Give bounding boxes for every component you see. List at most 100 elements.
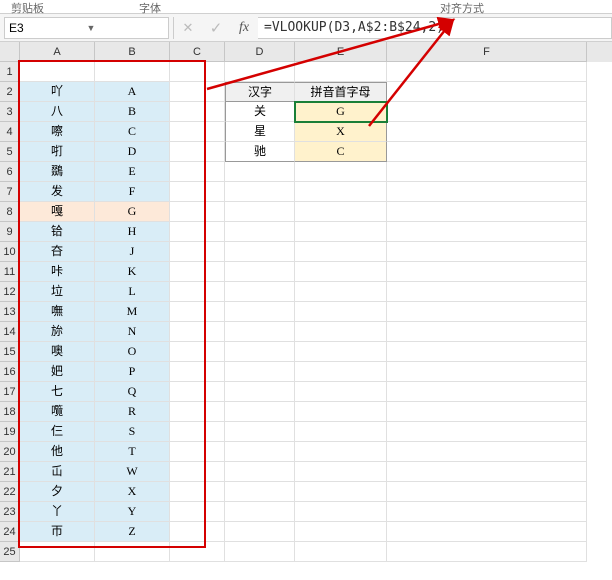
cell-C1[interactable]: [170, 62, 225, 82]
cell-D18[interactable]: [225, 402, 295, 422]
cell-F25[interactable]: [387, 542, 587, 562]
cell-C25[interactable]: [170, 542, 225, 562]
row-header-15[interactable]: 15: [0, 342, 20, 362]
cell-B21[interactable]: W: [95, 462, 170, 482]
row-header-20[interactable]: 20: [0, 442, 20, 462]
cancel-button[interactable]: ✕: [174, 17, 202, 39]
row-header-3[interactable]: 3: [0, 102, 20, 122]
cell-B7[interactable]: F: [95, 182, 170, 202]
cell-F22[interactable]: [387, 482, 587, 502]
cell-F9[interactable]: [387, 222, 587, 242]
cell-D13[interactable]: [225, 302, 295, 322]
cell-D8[interactable]: [225, 202, 295, 222]
cell-B4[interactable]: C: [95, 122, 170, 142]
cell-F4[interactable]: [387, 122, 587, 142]
cell-E22[interactable]: [295, 482, 387, 502]
cell-E14[interactable]: [295, 322, 387, 342]
cell-B8[interactable]: G: [95, 202, 170, 222]
cell-E8[interactable]: [295, 202, 387, 222]
cell-F3[interactable]: [387, 102, 587, 122]
cell-B12[interactable]: L: [95, 282, 170, 302]
cell-C10[interactable]: [170, 242, 225, 262]
cell-D11[interactable]: [225, 262, 295, 282]
column-header-F[interactable]: F: [387, 42, 587, 62]
cell-F2[interactable]: [387, 82, 587, 102]
cell-A15[interactable]: 噢: [20, 342, 95, 362]
row-header-18[interactable]: 18: [0, 402, 20, 422]
cell-F1[interactable]: [387, 62, 587, 82]
cell-C7[interactable]: [170, 182, 225, 202]
cell-D2[interactable]: 汉字: [225, 82, 295, 102]
cell-B9[interactable]: H: [95, 222, 170, 242]
cell-C20[interactable]: [170, 442, 225, 462]
cell-E11[interactable]: [295, 262, 387, 282]
cell-B17[interactable]: Q: [95, 382, 170, 402]
name-box-dropdown-icon[interactable]: ▼: [87, 23, 165, 33]
cell-E2[interactable]: 拼音首字母: [295, 82, 387, 102]
cell-F19[interactable]: [387, 422, 587, 442]
cell-E5[interactable]: C: [295, 142, 387, 162]
cell-B18[interactable]: R: [95, 402, 170, 422]
cell-D25[interactable]: [225, 542, 295, 562]
cell-F16[interactable]: [387, 362, 587, 382]
cell-E10[interactable]: [295, 242, 387, 262]
cell-E18[interactable]: [295, 402, 387, 422]
cell-F17[interactable]: [387, 382, 587, 402]
cell-D24[interactable]: [225, 522, 295, 542]
cell-B25[interactable]: [95, 542, 170, 562]
row-header-1[interactable]: 1: [0, 62, 20, 82]
cell-A6[interactable]: 鵽: [20, 162, 95, 182]
fx-button[interactable]: fx: [230, 17, 258, 39]
cell-B20[interactable]: T: [95, 442, 170, 462]
cell-B16[interactable]: P: [95, 362, 170, 382]
cell-D23[interactable]: [225, 502, 295, 522]
cell-C8[interactable]: [170, 202, 225, 222]
column-header-D[interactable]: D: [225, 42, 295, 62]
cell-A10[interactable]: 夻: [20, 242, 95, 262]
cell-E12[interactable]: [295, 282, 387, 302]
cell-A2[interactable]: 吖: [20, 82, 95, 102]
cell-D12[interactable]: [225, 282, 295, 302]
cell-E16[interactable]: [295, 362, 387, 382]
row-header-10[interactable]: 10: [0, 242, 20, 262]
row-header-21[interactable]: 21: [0, 462, 20, 482]
cell-F14[interactable]: [387, 322, 587, 342]
cell-A5[interactable]: 咑: [20, 142, 95, 162]
cell-D14[interactable]: [225, 322, 295, 342]
cell-F20[interactable]: [387, 442, 587, 462]
cell-A18[interactable]: 囕: [20, 402, 95, 422]
row-header-23[interactable]: 23: [0, 502, 20, 522]
cell-C23[interactable]: [170, 502, 225, 522]
cell-A22[interactable]: 夕: [20, 482, 95, 502]
cell-B5[interactable]: D: [95, 142, 170, 162]
cell-C3[interactable]: [170, 102, 225, 122]
column-header-C[interactable]: C: [170, 42, 225, 62]
cell-B13[interactable]: M: [95, 302, 170, 322]
cell-A20[interactable]: 他: [20, 442, 95, 462]
column-header-E[interactable]: E: [295, 42, 387, 62]
cell-A24[interactable]: 帀: [20, 522, 95, 542]
row-header-24[interactable]: 24: [0, 522, 20, 542]
cell-C9[interactable]: [170, 222, 225, 242]
cell-F18[interactable]: [387, 402, 587, 422]
cell-E20[interactable]: [295, 442, 387, 462]
cell-D21[interactable]: [225, 462, 295, 482]
cell-E17[interactable]: [295, 382, 387, 402]
cell-D7[interactable]: [225, 182, 295, 202]
cell-A9[interactable]: 铪: [20, 222, 95, 242]
cell-E15[interactable]: [295, 342, 387, 362]
cell-B19[interactable]: S: [95, 422, 170, 442]
cell-C18[interactable]: [170, 402, 225, 422]
cell-A16[interactable]: 妑: [20, 362, 95, 382]
confirm-button[interactable]: ✓: [202, 17, 230, 39]
cell-D22[interactable]: [225, 482, 295, 502]
cell-C5[interactable]: [170, 142, 225, 162]
cell-C16[interactable]: [170, 362, 225, 382]
cell-D1[interactable]: [225, 62, 295, 82]
row-header-17[interactable]: 17: [0, 382, 20, 402]
cell-F23[interactable]: [387, 502, 587, 522]
cell-A7[interactable]: 发: [20, 182, 95, 202]
cell-C13[interactable]: [170, 302, 225, 322]
cell-D15[interactable]: [225, 342, 295, 362]
row-header-16[interactable]: 16: [0, 362, 20, 382]
